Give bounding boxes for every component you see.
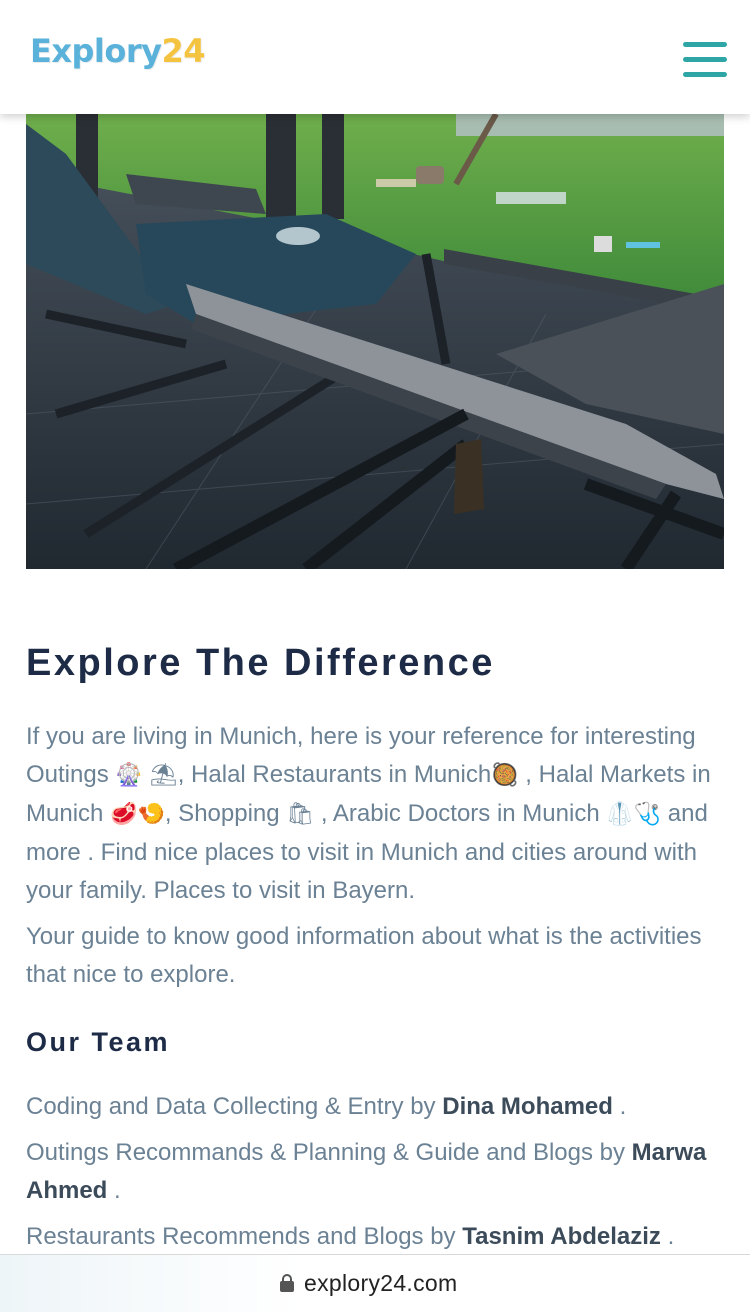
outings-emoji-icon: 🎡 ⛱ [115,763,178,788]
browser-url-bar[interactable]: explory24.com [0,1254,750,1312]
lock-icon [280,1274,294,1292]
food-emoji-icon: 🥘 [491,763,519,788]
url-display[interactable]: explory24.com [280,1268,457,1298]
hero-photo [26,114,724,569]
intro-paragraph: If you are living in Munich, here is you… [26,723,711,904]
team-member-row: Restaurants Recommends and Blogs by Tasn… [26,1223,675,1250]
site-header: Explory24 [0,0,750,114]
team-member-row: Coding and Data Collecting & Entry by Di… [26,1093,627,1120]
logo-accent: 24 [161,32,206,70]
team-member-row: Outings Recommands & Planning & Guide an… [26,1139,707,1204]
page-title: Explore The Difference [26,642,495,684]
hero-photo-graphic [26,114,724,569]
team-member-name: Dina Mohamed [442,1093,613,1120]
shopping-bag-emoji-icon: 🛍 [286,802,315,827]
hamburger-menu-icon[interactable] [683,40,727,80]
site-logo[interactable]: Explory24 [30,32,206,70]
market-emoji-icon: 🥩🍤 [110,802,165,827]
main-content: Explore The Difference If you are living… [26,636,726,1256]
doctor-emoji-icon: 🥼🩺 [606,802,662,827]
url-text: explory24.com [304,1269,458,1296]
team-list: Coding and Data Collecting & Entry by Di… [26,1088,726,1256]
page: Explory24 Explore The Difference If you … [0,0,750,1312]
logo-text: Explory [30,32,162,70]
guide-paragraph: Your guide to know good information abou… [26,923,702,988]
team-title: Our Team [26,1027,171,1057]
team-member-name: Tasnim Abdelaziz [462,1223,661,1250]
